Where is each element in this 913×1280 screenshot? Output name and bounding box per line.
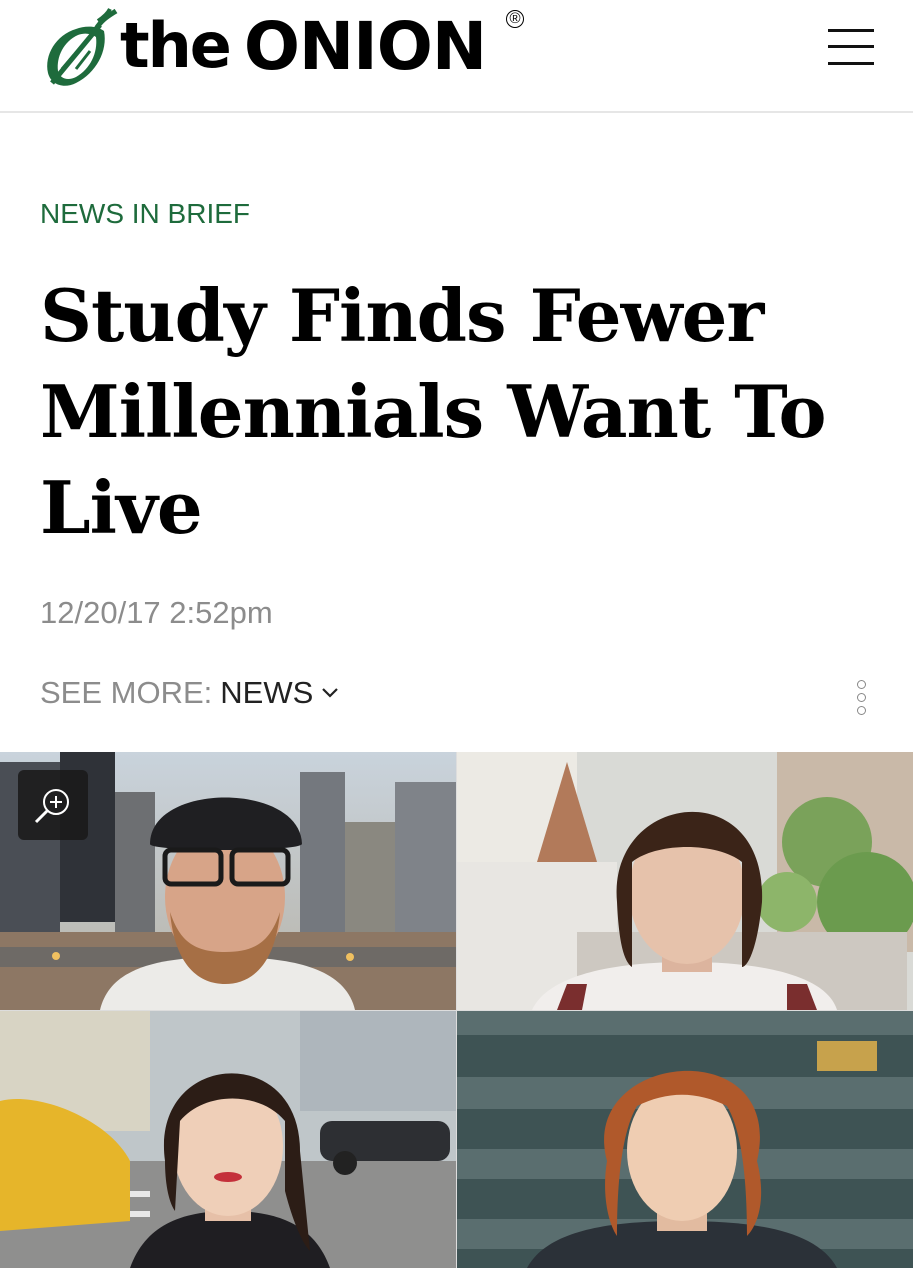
logo-word-onion: ONION xyxy=(243,8,487,85)
hamburger-menu-icon[interactable] xyxy=(828,27,874,67)
chevron-down-icon xyxy=(322,688,339,698)
see-more-label: SEE MORE: xyxy=(40,675,213,710)
photo-man-curly xyxy=(457,1011,913,1268)
see-more: SEE MORE: NEWS xyxy=(40,675,339,711)
site-header: the ONION ® xyxy=(0,0,913,113)
photo-woman-street xyxy=(0,1011,456,1268)
magnifier-plus-icon xyxy=(34,789,69,824)
onion-icon xyxy=(47,8,118,86)
site-logo[interactable]: the ONION xyxy=(38,6,487,90)
see-more-link-label: NEWS xyxy=(220,675,314,710)
article-headline: Study Finds Fewer Millennials Want To Li… xyxy=(40,273,826,550)
registered-mark: ® xyxy=(506,10,524,28)
article-image[interactable] xyxy=(0,752,913,1268)
section-kicker[interactable]: NEWS IN BRIEF xyxy=(40,198,250,230)
logo-word-the: the xyxy=(120,9,232,82)
article-timestamp: 12/20/17 2:52pm xyxy=(40,595,273,630)
see-more-news-link[interactable]: NEWS xyxy=(220,675,339,711)
photo-woman-bangs xyxy=(457,752,913,1010)
vertical-ellipsis-icon[interactable] xyxy=(854,680,870,718)
zoom-in-icon[interactable] xyxy=(18,770,88,840)
